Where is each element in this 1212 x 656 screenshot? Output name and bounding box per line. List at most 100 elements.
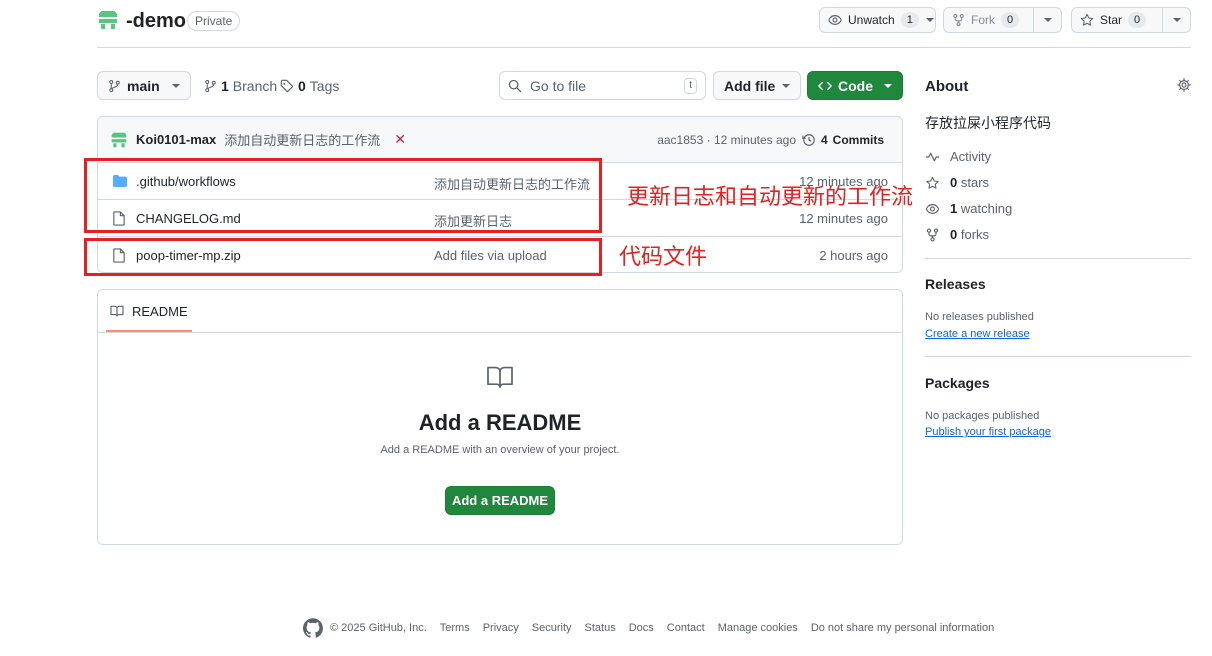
fork-icon <box>926 227 939 242</box>
forks-link[interactable]: 0 forks <box>925 227 989 242</box>
commit-time: 12 minutes ago <box>713 132 796 147</box>
go-to-file-search[interactable]: Go to file t <box>499 71 706 100</box>
search-icon <box>508 79 522 92</box>
fork-icon <box>953 13 964 27</box>
star-icon <box>1080 13 1094 26</box>
commits-label: Commits <box>832 132 884 147</box>
footer-link-docs[interactable]: Docs <box>629 622 654 634</box>
fork-count: 0 <box>1001 12 1020 28</box>
star-button[interactable]: Star 0 <box>1071 7 1191 33</box>
footer-link-terms[interactable]: Terms <box>440 622 470 634</box>
annotation-box-code <box>84 238 602 276</box>
commit-status-x-icon[interactable]: ✕ <box>394 131 406 148</box>
watch-count: 1 <box>900 12 919 28</box>
activity-label: Activity <box>950 149 992 164</box>
eye-icon <box>828 15 842 25</box>
star-dropdown[interactable] <box>1162 8 1190 32</box>
readme-divider <box>98 332 902 333</box>
watch-dropdown[interactable] <box>925 8 935 32</box>
pulse-icon <box>925 152 940 161</box>
activity-link[interactable]: Activity <box>925 149 991 164</box>
fork-label: Fork <box>971 13 995 27</box>
readme-empty-title: Add a README <box>418 410 582 435</box>
annotation-text-code: 代码文件 <box>619 245 708 270</box>
annotation-box-workflow <box>84 158 602 233</box>
repo-owner-avatar <box>97 9 119 31</box>
sidebar-divider <box>925 356 1191 357</box>
unwatch-label: Unwatch <box>848 13 895 27</box>
commit-meta-separator: · <box>706 132 711 147</box>
page-footer: © 2025 GitHub, Inc. Terms Privacy Securi… <box>303 618 994 638</box>
branches-link[interactable]: 1 Branch <box>204 78 277 94</box>
readme-panel: README Add a README Add a README with an… <box>97 289 903 545</box>
footer-link-manage-cookies[interactable]: Manage cookies <box>718 622 798 634</box>
file-commit-time: 12 minutes ago <box>799 211 888 226</box>
tag-icon <box>280 79 294 93</box>
tags-link[interactable]: 0 Tags <box>280 78 339 94</box>
file-commit-time: 2 hours ago <box>819 248 888 263</box>
code-button[interactable]: Code <box>807 71 903 100</box>
footer-link-status[interactable]: Status <box>585 622 616 634</box>
stars-count: 0 <box>950 175 958 190</box>
footer-link-do-not-share[interactable]: Do not share my personal information <box>811 622 994 634</box>
commit-message[interactable]: 添加自动更新日志的工作流 <box>224 130 380 149</box>
packages-heading[interactable]: Packages <box>925 375 990 391</box>
code-label: Code <box>838 77 873 94</box>
forks-count: 0 <box>950 227 958 242</box>
footer-link-contact[interactable]: Contact <box>667 622 705 634</box>
add-readme-button[interactable]: Add a README <box>445 486 555 515</box>
caret-down-icon <box>782 83 790 88</box>
footer-copyright: © 2025 GitHub, Inc. <box>330 622 427 634</box>
about-heading: About <box>925 78 969 95</box>
watchers-link[interactable]: 1 watching <box>925 201 1012 216</box>
branch-icon <box>109 79 120 92</box>
unwatch-button[interactable]: Unwatch 1 <box>819 7 936 33</box>
caret-down-icon <box>884 83 892 88</box>
eye-icon <box>925 203 940 214</box>
readme-tab[interactable]: README <box>106 290 192 332</box>
caret-down-icon <box>172 83 180 88</box>
footer-link-security[interactable]: Security <box>532 622 572 634</box>
book-icon <box>110 305 124 317</box>
code-icon <box>818 81 832 90</box>
tags-label: Tags <box>309 78 340 94</box>
add-file-button[interactable]: Add file <box>713 71 801 100</box>
book-icon <box>485 365 515 389</box>
branch-icon <box>205 79 216 93</box>
footer-link-privacy[interactable]: Privacy <box>483 622 519 634</box>
releases-heading[interactable]: Releases <box>925 276 986 292</box>
commit-hash[interactable]: aac1853 <box>657 133 703 147</box>
tags-count: 0 <box>298 78 306 94</box>
github-logo-icon[interactable] <box>303 618 323 638</box>
search-shortcut-key: t <box>684 77 697 94</box>
sidebar-divider <box>925 258 1191 259</box>
readme-empty-subtitle: Add a README with an overview of your pr… <box>380 444 620 456</box>
readme-tab-label: README <box>132 303 188 319</box>
header-divider <box>97 47 1191 48</box>
fork-dropdown[interactable] <box>1033 8 1061 32</box>
gear-icon[interactable] <box>1177 78 1191 92</box>
visibility-badge: Private <box>187 11 241 31</box>
fork-button[interactable]: Fork 0 <box>943 7 1062 33</box>
commits-count: 4 <box>820 132 828 147</box>
commit-author[interactable]: Koi0101-max <box>136 132 216 147</box>
publish-package-link[interactable]: Publish your first package <box>925 426 1051 438</box>
branches-count: 1 <box>221 78 229 94</box>
stars-label: stars <box>960 175 990 190</box>
releases-empty-text: No releases published <box>925 311 1034 323</box>
stars-link[interactable]: 0 stars <box>925 175 989 190</box>
repo-name[interactable]: -demo <box>126 9 186 33</box>
caret-down-icon <box>925 18 934 22</box>
history-icon <box>802 133 815 146</box>
star-icon <box>926 176 939 189</box>
caret-down-icon <box>1172 18 1181 22</box>
commit-meta: aac1853 · 12 minutes ago <box>657 133 796 147</box>
branch-selector[interactable]: main <box>97 71 191 100</box>
star-count: 0 <box>1128 12 1147 28</box>
star-label: Star <box>1100 13 1123 27</box>
caret-down-icon <box>1043 18 1052 22</box>
create-release-link[interactable]: Create a new release <box>925 328 1030 340</box>
watching-label: watching <box>960 201 1013 216</box>
commits-link[interactable]: 4 Commits <box>802 133 884 147</box>
repo-description: 存放拉屎小程序代码 <box>925 115 1051 131</box>
